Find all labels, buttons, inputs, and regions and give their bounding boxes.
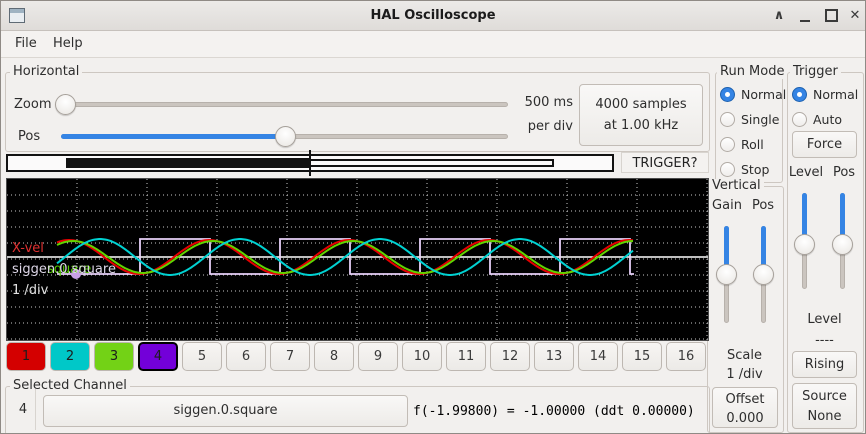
menu-help[interactable]: Help bbox=[47, 31, 89, 57]
trigger-pos-slider-handle[interactable] bbox=[832, 234, 853, 255]
minimize-icon bbox=[800, 9, 810, 22]
samples-button[interactable]: 4000 samples at 1.00 kHz bbox=[579, 84, 703, 146]
zoom-slider-label: Zoom bbox=[14, 97, 51, 112]
trigger-option-normal[interactable]: Normal bbox=[792, 82, 858, 107]
channel-16-button[interactable]: 16 bbox=[666, 342, 706, 371]
maximize-icon bbox=[825, 9, 838, 22]
channel-7-button[interactable]: 7 bbox=[270, 342, 310, 371]
trigger-mode-options: Normal Auto bbox=[792, 82, 858, 132]
samples-rate: at 1.00 kHz bbox=[580, 115, 702, 136]
channel-15-button[interactable]: 15 bbox=[622, 342, 662, 371]
channel-12-button[interactable]: 12 bbox=[490, 342, 530, 371]
channel-2-button[interactable]: 2 bbox=[50, 342, 90, 371]
radio-icon bbox=[720, 112, 735, 127]
trigger-pos-header: Pos bbox=[830, 165, 858, 180]
halscope-window: HAL Oscilloscope ∧ ✕ File Help Horizonta… bbox=[0, 0, 866, 434]
radio-icon bbox=[792, 112, 807, 127]
samples-count: 4000 samples bbox=[580, 94, 702, 115]
trigger-option-auto[interactable]: Auto bbox=[792, 107, 858, 132]
pos-slider-label: Pos bbox=[18, 129, 40, 144]
channel-4-button[interactable]: 4 bbox=[138, 342, 178, 371]
channel-5-button[interactable]: 5 bbox=[182, 342, 222, 371]
trigger-level-header: Level bbox=[788, 165, 824, 180]
force-trigger-button[interactable]: Force bbox=[792, 131, 857, 158]
trigger-status-label: TRIGGER? bbox=[621, 152, 709, 173]
selected-channel-number: 4 bbox=[13, 402, 33, 417]
scope-channel1-label: X-vel bbox=[12, 241, 44, 256]
horizontal-pos-fill bbox=[61, 134, 285, 139]
run-mode-options: Normal Single Roll Stop bbox=[720, 82, 786, 182]
vertical-scale-value: 1 /div bbox=[707, 367, 782, 382]
menu-bar: File Help bbox=[1, 31, 865, 58]
run-mode-option-label: Single bbox=[741, 112, 779, 127]
offset-caption: Offset bbox=[713, 390, 777, 409]
title-bar[interactable]: HAL Oscilloscope ∧ ✕ bbox=[1, 1, 865, 31]
radio-icon bbox=[720, 137, 735, 152]
maximize-button[interactable] bbox=[819, 1, 843, 30]
record-view-window[interactable] bbox=[309, 159, 554, 167]
zoom-slider-handle[interactable] bbox=[55, 94, 76, 115]
shade-button[interactable]: ∧ bbox=[767, 1, 791, 30]
radio-icon bbox=[720, 162, 735, 177]
scope-display[interactable]: X-vel square siggen.0.square 1 /div bbox=[6, 178, 709, 341]
run-mode-group-label: Run Mode bbox=[717, 65, 787, 79]
time-per-div-value: 500 ms bbox=[516, 95, 573, 110]
horizontal-group-label: Horizontal bbox=[10, 65, 82, 79]
run-mode-option-roll[interactable]: Roll bbox=[720, 132, 786, 157]
window-title: HAL Oscilloscope bbox=[1, 1, 865, 30]
trigger-level-slider-handle[interactable] bbox=[794, 234, 815, 255]
channel-9-button[interactable]: 9 bbox=[358, 342, 398, 371]
trigger-source-caption: Source bbox=[793, 387, 856, 407]
trigger-level-caption: Level bbox=[787, 312, 862, 327]
run-mode-option-single[interactable]: Single bbox=[720, 107, 786, 132]
vertical-scale-caption: Scale bbox=[707, 348, 782, 363]
horizontal-pos-slider-handle[interactable] bbox=[275, 126, 296, 147]
selected-channel-group-label: Selected Channel bbox=[10, 379, 130, 393]
offset-value: 0.000 bbox=[713, 409, 777, 428]
minimize-button[interactable] bbox=[793, 1, 817, 30]
vertical-pos-header: Pos bbox=[749, 198, 777, 213]
channel-13-button[interactable]: 13 bbox=[534, 342, 574, 371]
vertical-gain-header: Gain bbox=[711, 198, 743, 213]
channel-1-button[interactable]: 1 bbox=[6, 342, 46, 371]
trigger-level-value: ---- bbox=[787, 333, 862, 348]
run-mode-option-label: Normal bbox=[741, 87, 786, 102]
selected-channel-name-button[interactable]: siggen.0.square bbox=[43, 395, 408, 427]
vertical-offset-button[interactable]: Offset 0.000 bbox=[712, 387, 778, 428]
channel-14-button[interactable]: 14 bbox=[578, 342, 618, 371]
menu-file[interactable]: File bbox=[9, 31, 43, 57]
selected-channel-separator bbox=[35, 389, 36, 430]
run-mode-option-normal[interactable]: Normal bbox=[720, 82, 786, 107]
trigger-source-button[interactable]: Source None bbox=[792, 383, 857, 429]
run-mode-option-label: Roll bbox=[741, 137, 764, 152]
vertical-gain-slider-handle[interactable] bbox=[716, 264, 737, 285]
record-filled-bar bbox=[66, 158, 311, 168]
run-mode-option-label: Stop bbox=[741, 162, 769, 177]
trigger-source-value: None bbox=[793, 407, 856, 427]
channel-6-button[interactable]: 6 bbox=[226, 342, 266, 371]
channel-10-button[interactable]: 10 bbox=[402, 342, 442, 371]
channel-3-button[interactable]: 3 bbox=[94, 342, 134, 371]
scope-selected-channel-label: siggen.0.square bbox=[12, 262, 116, 277]
scope-selected-scale-label: 1 /div bbox=[12, 283, 48, 298]
scope-canvas bbox=[7, 179, 708, 340]
close-button[interactable]: ✕ bbox=[843, 1, 866, 30]
time-per-div-caption: per div bbox=[516, 119, 573, 134]
vertical-pos-slider-handle[interactable] bbox=[753, 264, 774, 285]
zoom-slider[interactable] bbox=[56, 102, 508, 107]
channel-8-button[interactable]: 8 bbox=[314, 342, 354, 371]
vertical-group-label: Vertical bbox=[709, 179, 764, 193]
channel-11-button[interactable]: 11 bbox=[446, 342, 486, 371]
trigger-edge-button[interactable]: Rising bbox=[792, 351, 857, 378]
trigger-group-label: Trigger bbox=[790, 65, 841, 79]
trigger-option-label: Auto bbox=[813, 112, 842, 127]
selected-channel-readout: f(-1.99800) = -1.00000 (ddt 0.00000) bbox=[413, 404, 695, 419]
radio-icon bbox=[720, 87, 735, 102]
trigger-option-label: Normal bbox=[813, 87, 858, 102]
record-cursor[interactable] bbox=[309, 150, 311, 176]
radio-icon bbox=[792, 87, 807, 102]
